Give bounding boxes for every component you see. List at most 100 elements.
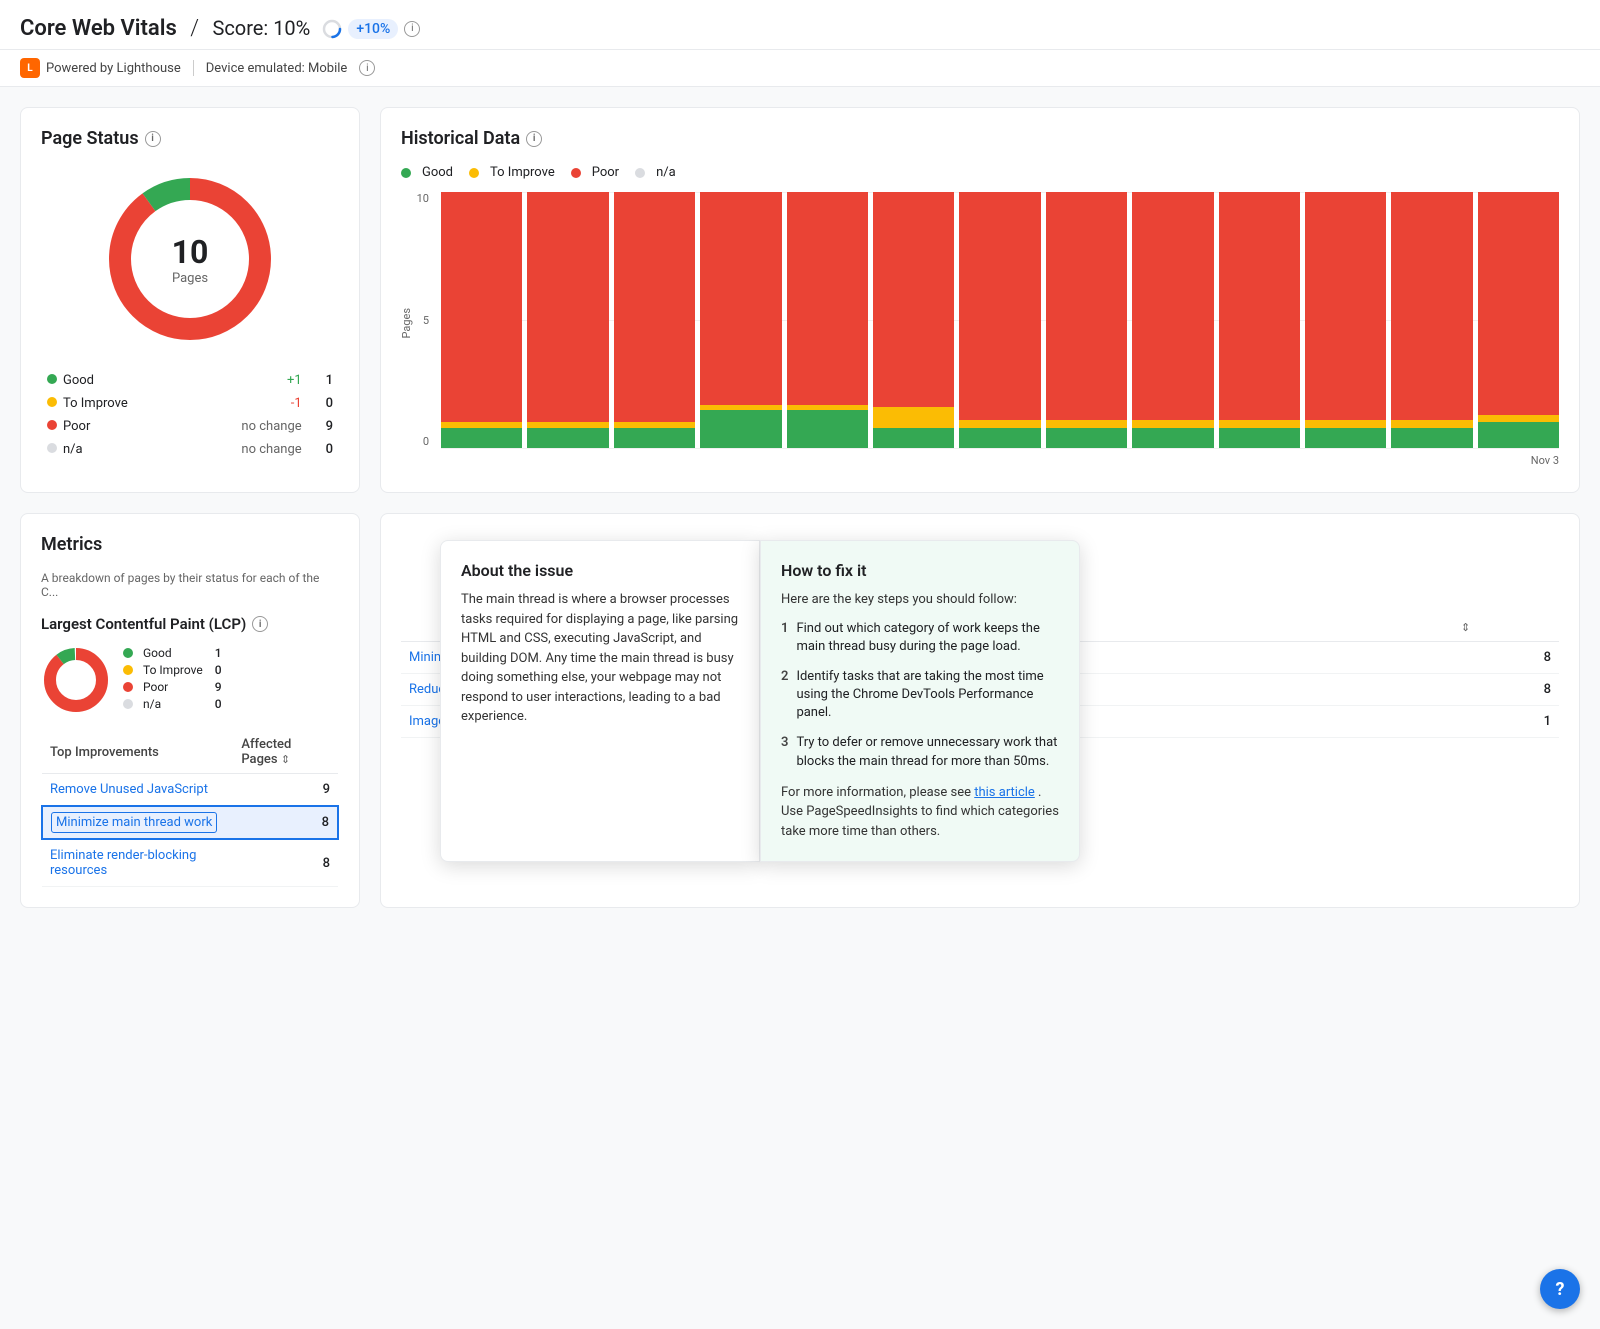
donut-number: 10 bbox=[172, 233, 209, 271]
improvements-table: Top Improvements Affected Pages ⇕ Remove… bbox=[41, 731, 339, 887]
lcp-legend: Good1To Improve0Poor9n/a0 bbox=[123, 646, 222, 714]
legend-change: no change bbox=[191, 415, 308, 438]
how-to-fix-steps: 1Find out which category of work keeps t… bbox=[781, 620, 1059, 771]
historical-chart-wrapper: 10 5 0 Pages Nov 3 bbox=[401, 192, 1559, 472]
sort-icon[interactable]: ⇕ bbox=[281, 753, 290, 766]
legend-change: +1 bbox=[191, 369, 308, 392]
score-change-badge: +10% bbox=[348, 19, 398, 39]
page-status-legend: Good +1 1 To Improve -1 0 Poor no change… bbox=[41, 369, 339, 461]
historical-info-icon[interactable]: i bbox=[526, 131, 542, 147]
how-to-fix-title: How to fix it bbox=[781, 561, 1059, 580]
about-issue-text: The main thread is where a browser proce… bbox=[461, 590, 739, 727]
score-label: Score: 10% bbox=[212, 16, 310, 40]
legend-count: 1 bbox=[308, 369, 339, 392]
right-affected-header: ⇕ bbox=[1453, 614, 1559, 642]
how-to-fix-intro: Here are the key steps you should follow… bbox=[781, 590, 1059, 610]
improvement-row: Eliminate render-blocking resources 8 bbox=[42, 839, 338, 887]
bar-group bbox=[787, 192, 868, 448]
legend-change: no change bbox=[191, 438, 308, 461]
subheader: L Powered by Lighthouse Device emulated:… bbox=[0, 50, 1600, 87]
metrics-title: Metrics bbox=[41, 534, 339, 555]
lcp-legend-item: n/a0 bbox=[123, 697, 222, 711]
improvement-name[interactable]: Minimize main thread work bbox=[42, 806, 233, 839]
legend-label: Good bbox=[41, 369, 191, 392]
improvement-row: Remove Unused JavaScript 9 bbox=[42, 774, 338, 807]
legend-label: Poor bbox=[41, 415, 191, 438]
x-label-nov3: Nov 3 bbox=[1531, 454, 1559, 467]
page-status-info-icon[interactable]: i bbox=[145, 131, 161, 147]
metrics-card: Metrics A breakdown of pages by their st… bbox=[20, 513, 360, 908]
legend-change: -1 bbox=[191, 392, 308, 415]
donut-label: Pages bbox=[172, 271, 209, 286]
tooltip-container[interactable]: About the issue The main thread is where… bbox=[440, 540, 1080, 862]
bar-group bbox=[527, 192, 608, 448]
about-issue-title: About the issue bbox=[461, 561, 739, 580]
legend-count: 9 bbox=[308, 415, 339, 438]
lcp-legend-item: To Improve0 bbox=[123, 663, 222, 677]
bars-wrapper bbox=[441, 192, 1559, 448]
how-to-fix-footer: For more information, please see this ar… bbox=[781, 783, 1059, 842]
bar-group bbox=[1132, 192, 1213, 448]
lighthouse-icon: L bbox=[20, 58, 40, 78]
bar-group bbox=[873, 192, 954, 448]
hist-legend-item: Good bbox=[401, 165, 453, 180]
about-issue-panel: About the issue The main thread is where… bbox=[440, 540, 760, 862]
hist-legend-item: Poor bbox=[571, 165, 619, 180]
header: Core Web Vitals / Score: 10% +10% i bbox=[0, 0, 1600, 50]
bar-group bbox=[1305, 192, 1386, 448]
improvement-name[interactable]: Eliminate render-blocking resources bbox=[42, 839, 233, 887]
device-label: Device emulated: Mobile bbox=[206, 61, 348, 76]
fix-step: 1Find out which category of work keeps t… bbox=[781, 620, 1059, 656]
lcp-title: Largest Contentful Paint (LCP) i bbox=[41, 615, 339, 633]
bar-group bbox=[1478, 192, 1559, 448]
y-axis-label: Pages bbox=[400, 308, 413, 339]
subheader-divider bbox=[193, 60, 194, 76]
score-spinner-icon bbox=[322, 19, 342, 39]
historical-data-card: Historical Data i GoodTo ImprovePoorn/a … bbox=[380, 107, 1580, 493]
x-labels: Nov 3 bbox=[441, 448, 1559, 472]
improvement-name[interactable]: Remove Unused JavaScript bbox=[42, 774, 233, 807]
legend-label: n/a bbox=[41, 438, 191, 461]
right-improvement-count: 8 bbox=[1453, 642, 1559, 674]
donut-center: 10 Pages bbox=[172, 233, 209, 286]
legend-count: 0 bbox=[308, 392, 339, 415]
page-status-card: Page Status i 10 Pages Good +1 1 bbox=[20, 107, 360, 493]
page-title: Core Web Vitals / Score: 10% bbox=[20, 16, 310, 41]
bar-group bbox=[700, 192, 781, 448]
hist-legend-item: n/a bbox=[635, 165, 676, 180]
title-text: Core Web Vitals bbox=[20, 16, 177, 41]
article-link[interactable]: this article bbox=[974, 785, 1035, 800]
help-button[interactable]: ? bbox=[1540, 1269, 1580, 1309]
right-improvement-count: 1 bbox=[1453, 706, 1559, 738]
how-to-fix-panel: How to fix it Here are the key steps you… bbox=[760, 540, 1080, 862]
improvement-count: 9 bbox=[233, 774, 338, 807]
historical-data-title: Historical Data i bbox=[401, 128, 1559, 149]
header-info-icon[interactable]: i bbox=[404, 21, 420, 37]
improvements-section: Top Improvements Affected Pages ⇕ Remove… bbox=[41, 731, 339, 887]
lcp-info-icon[interactable]: i bbox=[252, 616, 268, 632]
right-sort-icon[interactable]: ⇕ bbox=[1461, 621, 1470, 634]
fix-step: 2Identify tasks that are taking the most… bbox=[781, 668, 1059, 723]
bar-group bbox=[614, 192, 695, 448]
metrics-subtitle: A breakdown of pages by their status for… bbox=[41, 571, 339, 599]
affected-pages-header: Affected Pages ⇕ bbox=[233, 731, 338, 774]
legend-count: 0 bbox=[308, 438, 339, 461]
improvement-count: 8 bbox=[233, 806, 338, 839]
improvement-row: Minimize main thread work 8 bbox=[42, 806, 338, 839]
improvement-count: 8 bbox=[233, 839, 338, 887]
page-status-title: Page Status i bbox=[41, 128, 339, 149]
historical-chart-legend: Good To Improve Poor n/a bbox=[401, 165, 1559, 180]
powered-by-text: Powered by Lighthouse bbox=[46, 61, 181, 76]
lcp-chart: Good1To Improve0Poor9n/a0 bbox=[41, 645, 339, 715]
legend-label: To Improve bbox=[41, 392, 191, 415]
right-improvement-count: 8 bbox=[1453, 674, 1559, 706]
fix-step: 3Try to defer or remove unnecessary work… bbox=[781, 734, 1059, 770]
lighthouse-badge: L Powered by Lighthouse bbox=[20, 58, 181, 78]
lcp-legend-item: Poor9 bbox=[123, 680, 222, 694]
bar-group bbox=[1391, 192, 1472, 448]
bar-group bbox=[441, 192, 522, 448]
bar-group bbox=[959, 192, 1040, 448]
device-info-icon[interactable]: i bbox=[359, 60, 375, 76]
lcp-donut bbox=[41, 645, 111, 715]
hist-legend-item: To Improve bbox=[469, 165, 555, 180]
